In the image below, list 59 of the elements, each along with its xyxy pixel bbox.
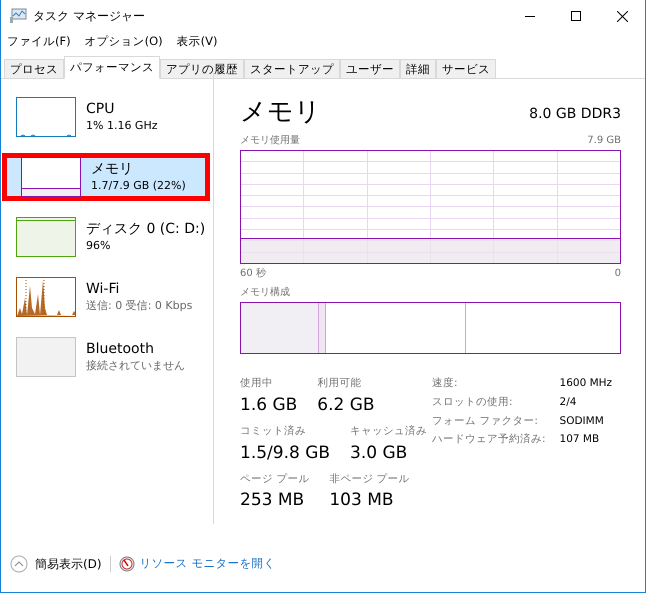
detail-value: 1600 MHz <box>560 376 612 391</box>
stat-value: 103 MB <box>329 489 395 512</box>
graph-max: 7.9 GB <box>587 134 621 148</box>
section-title: メモリ <box>240 97 321 127</box>
sidebar-item[interactable]: Wi-Fi 送信: 0 受信: 0 Kbps <box>2 273 210 321</box>
memory-spec: 8.0 GB DDR3 <box>529 105 621 124</box>
graph-label: メモリ使用量 <box>240 134 300 148</box>
sidebar-item[interactable]: CPU 1% 1.16 GHz <box>2 93 210 141</box>
detail-label: 速度: <box>432 376 459 391</box>
item-detail: 送信: 0 受信: 0 Kbps <box>86 298 192 314</box>
detail-value: 2/4 <box>560 394 578 410</box>
item-detail: 1% 1.16 GHz <box>86 118 158 134</box>
tab[interactable]: 詳細 <box>400 59 436 79</box>
gauge-icon <box>118 556 135 572</box>
item-detail: 接続されていません <box>86 358 185 374</box>
stat-label: コミット済み <box>240 424 307 439</box>
stat-label: 非ページ プール <box>329 472 410 486</box>
item-name: Bluetooth <box>86 340 155 358</box>
detail-label: ハードウェア予約済み: <box>432 432 546 448</box>
stat-label: ページ プール <box>240 472 310 486</box>
app-icon <box>9 8 27 24</box>
stat-label: 使用中 <box>240 376 274 391</box>
stat-value: 1.5/9.8 GB <box>240 442 330 464</box>
item-name: メモリ <box>91 160 134 178</box>
item-detail: 96% <box>86 238 112 254</box>
tab[interactable]: パフォーマンス <box>64 56 160 79</box>
composition-label: メモリ構成 <box>240 286 291 300</box>
detail-value: 107 MB <box>560 432 600 448</box>
item-name: ディスク 0 (C: D:) <box>86 220 206 238</box>
menu-item[interactable]: オプション(O) <box>84 33 163 51</box>
stat-value: 3.0 GB <box>350 442 408 464</box>
tab[interactable]: サービス <box>436 59 496 79</box>
fewer-details-button[interactable]: 簡易表示(D) <box>10 555 102 573</box>
stat-value: 253 MB <box>240 489 306 512</box>
tab[interactable]: アプリの履歴 <box>160 59 244 79</box>
stat-label: 利用可能 <box>317 376 362 391</box>
sidebar-item[interactable]: Bluetooth 接続されていません <box>2 333 210 381</box>
detail-label: スロットの使用: <box>432 394 514 410</box>
stat-value: 1.6 GB <box>240 394 298 417</box>
tab[interactable]: スタートアップ <box>244 59 340 79</box>
chevron-up-icon <box>10 555 28 573</box>
item-detail: 1.7/7.9 GB (22%) <box>91 178 186 194</box>
sidebar-item[interactable]: メモリ 1.7/7.9 GB (22%) <box>2 153 210 201</box>
menu-item[interactable]: 表示(V) <box>176 33 218 51</box>
item-name: Wi-Fi <box>86 280 120 298</box>
sidebar-item[interactable]: ディスク 0 (C: D:) 96% <box>2 213 210 261</box>
menu-item[interactable]: ファイル(F) <box>7 33 71 51</box>
item-name: CPU <box>86 100 116 118</box>
time-label: 60 秒 <box>240 266 266 281</box>
stat-value: 6.2 GB <box>317 394 375 417</box>
detail-value: SODIMM <box>560 414 605 428</box>
tab[interactable]: ユーザー <box>340 59 400 79</box>
tab[interactable]: プロセス <box>4 59 64 79</box>
close-icon <box>616 10 628 22</box>
detail-label: フォーム ファクター: <box>432 414 539 428</box>
window-title: タスク マネージャー <box>33 8 145 25</box>
resource-monitor-link[interactable]: リソース モニターを開く <box>140 555 276 573</box>
stat-label: キャッシュ済み <box>350 424 428 439</box>
time-label: 0 <box>614 267 621 281</box>
